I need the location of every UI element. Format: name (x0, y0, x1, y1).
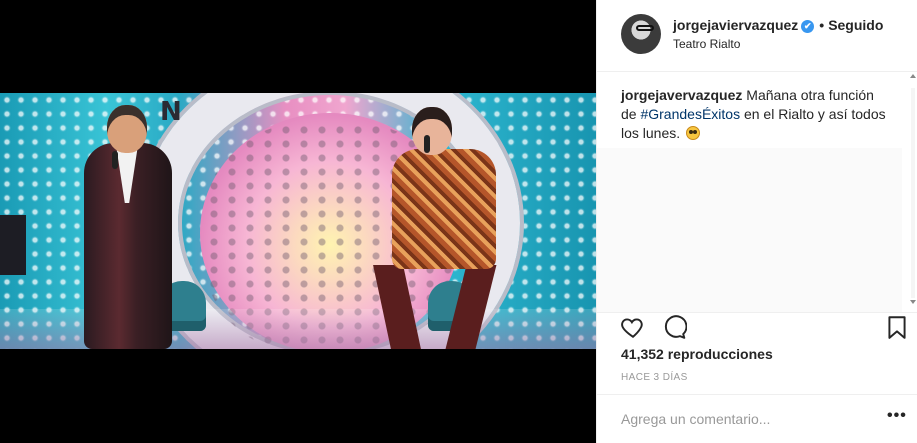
singer-figure (392, 149, 496, 269)
separator-dot: • (819, 17, 825, 33)
scroll-down-arrow[interactable] (910, 300, 916, 304)
caption-background (597, 148, 902, 312)
comment-button[interactable] (661, 314, 688, 340)
post-timestamp[interactable]: HACE 3 DÍAS (621, 372, 688, 383)
post-header: jorgejaviervazquez ✔ • Seguido Teatro Rialt… (597, 0, 917, 72)
username-link[interactable]: jorgejaviervazquez (673, 17, 798, 33)
follow-status-button[interactable]: Seguido (828, 17, 883, 33)
presenter-head (107, 105, 147, 153)
post-panel: jorgejaviervazquez ✔ • Seguido Teatro Rialt… (596, 0, 917, 443)
username-line: jorgejaviervazquez ✔ • Seguido (673, 17, 883, 33)
bookmark-icon (888, 316, 906, 339)
heart-icon (621, 318, 643, 338)
post-media[interactable]: N S (0, 0, 596, 443)
view-count[interactable]: 41,352 reproducciones (621, 346, 773, 362)
caption-username[interactable]: jorgejavervazquez (621, 87, 742, 103)
hashtag-link[interactable]: #GrandesÉxitos (640, 106, 740, 122)
comment-icon (664, 315, 688, 339)
singer-head (412, 107, 452, 155)
comment-input[interactable] (621, 409, 871, 429)
location-link[interactable]: Teatro Rialto (673, 37, 740, 51)
avatar[interactable] (621, 14, 661, 54)
video-frame[interactable]: N S (0, 93, 596, 349)
verified-icon: ✔ (801, 20, 815, 33)
comment-bar: ••• (597, 394, 917, 443)
stage-speaker (0, 215, 26, 275)
like-button[interactable] (620, 314, 646, 340)
presenter-mic (112, 151, 118, 169)
instagram-post: N S jorgejaviervazquez✔ •Seguido Teatro R… (0, 0, 917, 443)
more-icon[interactable]: ••• (887, 407, 907, 425)
singer-mic (424, 135, 430, 153)
emoji-icon (686, 126, 701, 140)
post-caption: jorgejavervazquez Mañana otra función de… (621, 86, 891, 143)
action-bar (597, 312, 917, 342)
wheel-letter-left: N (160, 97, 182, 127)
scroll-up-arrow[interactable] (910, 74, 916, 78)
avatar-glasses (636, 25, 654, 31)
caption-scrollbar[interactable] (911, 88, 915, 298)
save-button[interactable] (884, 314, 910, 340)
